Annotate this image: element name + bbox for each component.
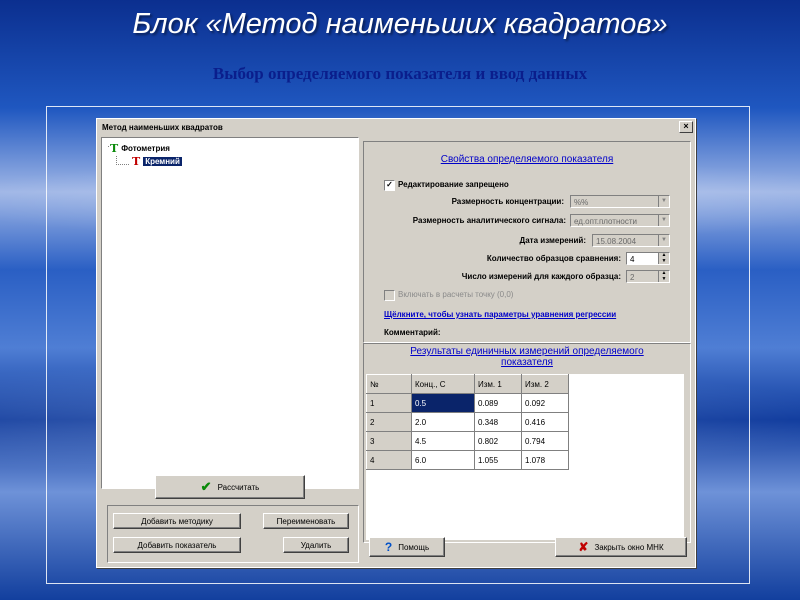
table-cell[interactable]: 2.0 — [411, 412, 475, 432]
edit-forbidden-checkbox[interactable]: ✓ — [384, 180, 395, 191]
close-mnk-button[interactable]: ✘ Закрыть окно МНК — [555, 537, 687, 557]
add-indicator-button[interactable]: Добавить показатель — [113, 537, 241, 553]
table-row: 1 0.5 0.089 0.092 — [366, 393, 569, 413]
chevron-down-icon[interactable]: ▼ — [658, 196, 669, 207]
row-number: 1 — [366, 393, 412, 413]
rename-button[interactable]: Переименовать — [263, 513, 349, 529]
properties-header: Свойства определяемого показателя — [440, 154, 614, 165]
indicator-t-icon: T — [132, 155, 141, 168]
measurements-value: 2 — [630, 273, 635, 282]
samples-value: 4 — [630, 255, 635, 264]
row-number: 4 — [366, 450, 412, 470]
row-number: 2 — [366, 412, 412, 432]
chevron-down-icon[interactable]: ▼ — [658, 235, 669, 246]
spin-arrows-icon[interactable]: ▲ ▼ — [658, 271, 669, 282]
add-method-button[interactable]: Добавить методику — [113, 513, 241, 529]
help-button[interactable]: ? Помощь — [369, 537, 445, 557]
table-cell[interactable]: 0.416 — [521, 412, 569, 432]
calculate-button[interactable]: ✔ Рассчитать — [155, 475, 305, 499]
table-cell[interactable]: 0.802 — [474, 431, 522, 451]
table-cell[interactable]: 0.5 — [411, 393, 475, 413]
spin-arrows-icon[interactable]: ▲ ▼ — [658, 253, 669, 264]
conc-dim-value: %% — [574, 198, 589, 207]
window-title: Метод наименьших квадратов — [102, 123, 223, 132]
mnk-window: Метод наименьших квадратов × T Фотометри… — [96, 118, 696, 568]
date-value: 15.08.2004 — [596, 237, 637, 246]
delete-button[interactable]: Удалить — [283, 537, 349, 553]
method-t-icon: T — [110, 142, 119, 155]
slide-title: Блок «Метод наименьших квадратов» — [132, 8, 668, 40]
table-header-row: № Конц., С Изм. 1 Изм. 2 — [366, 374, 569, 394]
tree-item-label: Фотометрия — [121, 144, 170, 153]
date-label: Дата измерений: — [519, 236, 586, 245]
table-cell[interactable]: 0.794 — [521, 431, 569, 451]
include-zero-checkbox[interactable] — [384, 290, 395, 301]
table-cell[interactable]: 4.5 — [411, 431, 475, 451]
measurements-label: Число измерений для каждого образца: — [461, 272, 621, 281]
results-table: № Конц., С Изм. 1 Изм. 2 1 0.5 0.089 0.0… — [366, 374, 569, 470]
results-header-line1: Результаты единичных измерений определяе… — [410, 346, 644, 357]
results-grid[interactable]: № Конц., С Изм. 1 Изм. 2 1 0.5 0.089 0.0… — [366, 374, 684, 540]
table-row: 4 6.0 1.055 1.078 — [366, 450, 569, 470]
table-cell[interactable]: 0.348 — [474, 412, 522, 432]
tree-item-silicon[interactable]: T Кремний — [132, 155, 182, 168]
table-cell[interactable]: 0.089 — [474, 393, 522, 413]
close-x-icon: ✘ — [578, 540, 589, 554]
checkmark-icon: ✔ — [200, 479, 212, 494]
comment-label: Комментарий: — [384, 328, 441, 337]
help-label: Помощь — [398, 542, 430, 552]
conc-dim-select[interactable]: %% ▼ — [570, 195, 670, 208]
include-zero-label: Включать в расчеты точку (0,0) — [398, 290, 514, 299]
date-picker[interactable]: 15.08.2004 ▼ — [592, 234, 670, 247]
column-header: № — [366, 374, 412, 394]
table-cell[interactable]: 1.055 — [474, 450, 522, 470]
table-cell[interactable]: 6.0 — [411, 450, 475, 470]
tree-item-photometry[interactable]: T Фотометрия — [108, 142, 170, 155]
samples-label: Количество образцов сравнения: — [486, 254, 621, 263]
edit-forbidden-label: Редактирование запрещено — [398, 180, 509, 189]
table-row: 3 4.5 0.802 0.794 — [366, 431, 569, 451]
conc-dim-label: Размерность концентрации: — [451, 197, 564, 206]
chevron-down-icon[interactable]: ▼ — [658, 215, 669, 226]
tree-connector — [116, 156, 129, 165]
table-row: 2 2.0 0.348 0.416 — [366, 412, 569, 432]
column-header: Конц., С — [411, 374, 475, 394]
properties-group: Свойства определяемого показателя ✓ Реда… — [363, 141, 691, 343]
table-cell[interactable]: 0.092 — [521, 393, 569, 413]
samples-stepper[interactable]: 4 ▲ ▼ — [626, 252, 670, 265]
column-header: Изм. 1 — [474, 374, 522, 394]
signal-dim-label: Размерность аналитического сигнала: — [412, 216, 566, 225]
calculate-label: Рассчитать — [217, 482, 260, 492]
help-icon: ? — [384, 540, 393, 554]
regression-link[interactable]: Щёлкните, чтобы узнать параметры уравнен… — [384, 310, 616, 319]
measurements-stepper[interactable]: 2 ▲ ▼ — [626, 270, 670, 283]
signal-dim-select[interactable]: ед.опт.плотности ▼ — [570, 214, 670, 227]
table-cell[interactable]: 1.078 — [521, 450, 569, 470]
tree-item-label: Кремний — [143, 157, 182, 166]
results-header-line2: показателя — [501, 357, 553, 368]
row-number: 3 — [366, 431, 412, 451]
close-icon[interactable]: × — [679, 121, 693, 133]
results-header: Результаты единичных измерений определяе… — [364, 346, 690, 368]
close-mnk-label: Закрыть окно МНК — [594, 542, 664, 552]
window-titlebar: Метод наименьших квадратов — [99, 121, 691, 135]
results-group: Результаты единичных измерений определяе… — [363, 343, 691, 543]
right-panel: Свойства определяемого показателя ✓ Реда… — [363, 141, 691, 543]
column-header: Изм. 2 — [521, 374, 569, 394]
method-tree: T Фотометрия T Кремний — [101, 137, 359, 489]
signal-dim-value: ед.опт.плотности — [574, 217, 637, 226]
slide-subtitle: Выбор определяемого показателя и ввод да… — [212, 64, 588, 83]
